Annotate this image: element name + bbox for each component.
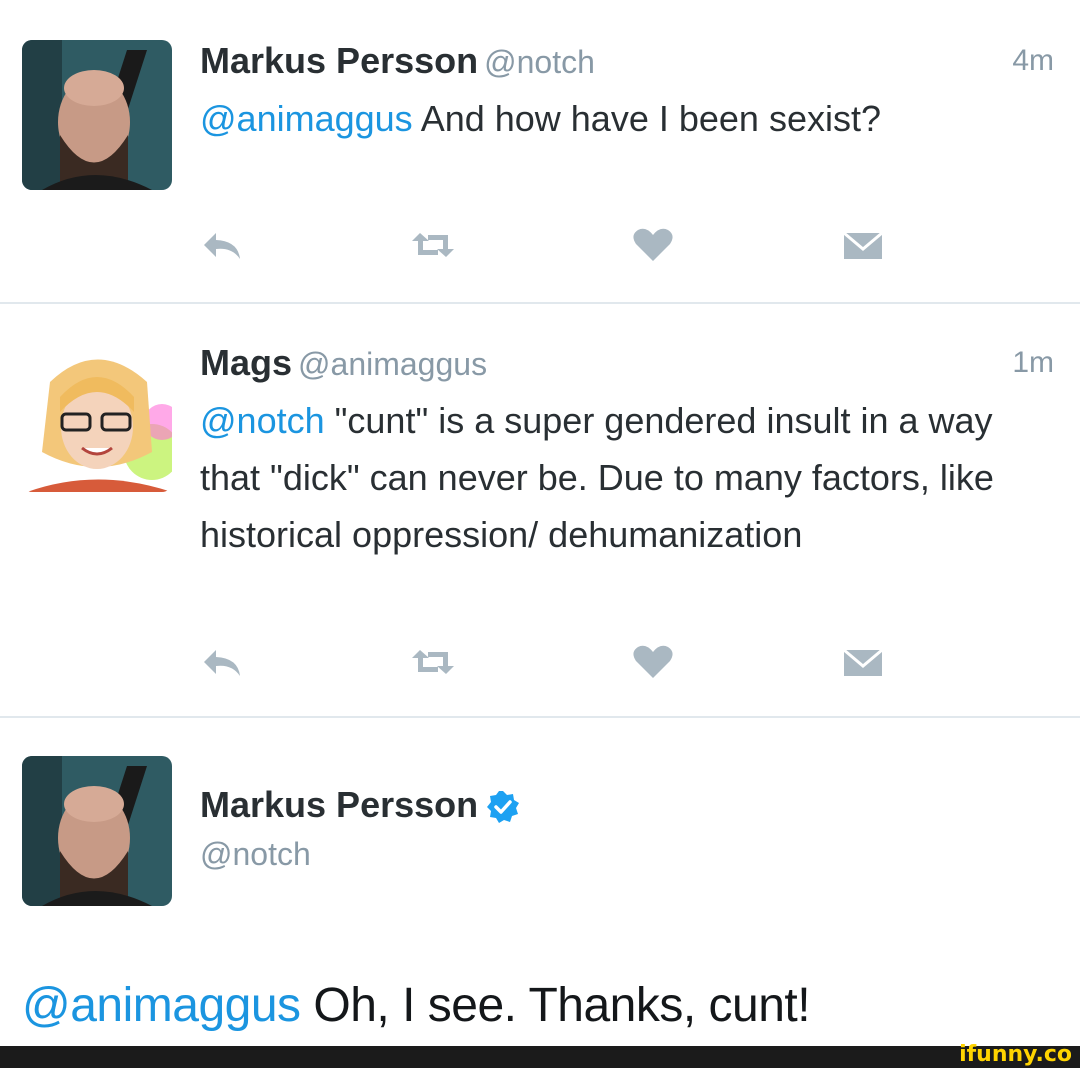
reply-button[interactable] bbox=[200, 225, 246, 265]
author-handle[interactable]: @notch bbox=[200, 836, 311, 873]
like-button[interactable] bbox=[630, 642, 676, 682]
tweet-actions bbox=[200, 225, 900, 265]
tweet-actions bbox=[200, 642, 900, 682]
like-icon bbox=[633, 645, 673, 678]
divider-1 bbox=[0, 302, 1080, 304]
dm-icon bbox=[843, 648, 883, 676]
retweet-button[interactable] bbox=[410, 642, 456, 682]
tweet-body: And how have I been sexist? bbox=[412, 98, 881, 139]
tweet-time[interactable]: 4m bbox=[1012, 44, 1054, 78]
avatar-mags-image bbox=[22, 342, 172, 492]
like-icon bbox=[633, 228, 673, 261]
dm-button[interactable] bbox=[840, 225, 886, 265]
dm-icon bbox=[843, 231, 883, 259]
retweet-icon bbox=[412, 233, 454, 257]
reply-body: Oh, I see. Thanks, cunt! bbox=[300, 979, 811, 1032]
author-handle[interactable]: @animaggus bbox=[298, 346, 487, 382]
dm-button[interactable] bbox=[840, 642, 886, 682]
tweet-text: @notch "cunt" is a super gendered insult… bbox=[200, 392, 1060, 563]
ifunny-watermark: ifunny.co bbox=[959, 1042, 1072, 1067]
like-button[interactable] bbox=[630, 225, 676, 265]
author-name[interactable]: Markus Persson @notch bbox=[200, 40, 595, 82]
author-handle[interactable]: @notch bbox=[484, 44, 595, 80]
verified-badge-icon bbox=[487, 791, 520, 824]
tweet-text: @animaggus And how have I been sexist? bbox=[200, 90, 960, 147]
mention-link[interactable]: @animaggus bbox=[22, 979, 301, 1032]
retweet-button[interactable] bbox=[410, 225, 456, 265]
author-name-text: Markus Persson bbox=[200, 40, 479, 81]
mention-link[interactable]: @animaggus bbox=[200, 98, 413, 139]
divider-2 bbox=[0, 716, 1080, 718]
avatar-markus[interactable] bbox=[22, 756, 172, 906]
author-name-text: Mags bbox=[200, 342, 293, 383]
retweet-icon bbox=[412, 650, 454, 674]
avatar-markus-image bbox=[22, 40, 172, 190]
avatar-markus-image bbox=[22, 756, 172, 906]
mention-link[interactable]: @notch bbox=[200, 400, 325, 441]
author-name[interactable]: Mags @animaggus bbox=[200, 342, 487, 384]
author-name[interactable]: Markus Persson bbox=[200, 784, 520, 826]
reply-tweet-text: @animaggus Oh, I see. Thanks, cunt! bbox=[22, 978, 811, 1033]
reply-icon bbox=[204, 650, 240, 676]
watermark-bar bbox=[0, 1046, 1080, 1068]
reply-button[interactable] bbox=[200, 642, 246, 682]
tweet-time[interactable]: 1m bbox=[1012, 346, 1054, 380]
avatar-mags[interactable] bbox=[22, 342, 172, 492]
reply-icon bbox=[204, 233, 240, 259]
author-name-text: Markus Persson bbox=[200, 784, 479, 825]
avatar-markus[interactable] bbox=[22, 40, 172, 190]
